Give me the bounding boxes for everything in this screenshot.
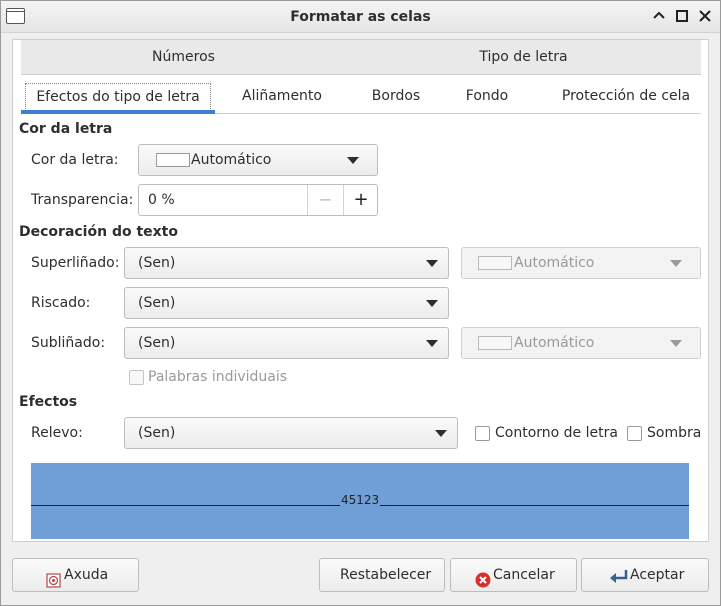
cancel-label: Cancelar: [493, 567, 555, 583]
strikethrough-dropdown[interactable]: (Sen): [124, 287, 449, 319]
underline-value: (Sen): [138, 335, 176, 351]
enter-arrow-icon: [608, 566, 630, 584]
relief-value: (Sen): [138, 425, 176, 441]
font-color-value: Automático: [191, 152, 272, 168]
overline-value: (Sen): [138, 255, 176, 271]
preview-text: 45123: [340, 493, 381, 507]
shadow-checkbox[interactable]: [627, 426, 642, 441]
increment-button[interactable]: +: [343, 185, 378, 215]
chevron-down-icon: [670, 340, 682, 347]
maximize-icon[interactable]: [673, 7, 691, 25]
tab-borders[interactable]: Bordos: [361, 83, 431, 113]
effects-heading: Efectos: [19, 394, 78, 410]
transparency-spinbox[interactable]: 0 % − +: [138, 184, 378, 216]
tab-cell-protection[interactable]: Protección de cela: [551, 83, 701, 113]
underline-color-swatch: [478, 336, 512, 350]
underline-label: Subliñado:: [31, 335, 106, 351]
font-color-label: Cor da letra:: [31, 152, 119, 168]
outline-checkbox[interactable]: [475, 426, 490, 441]
overline-color-dropdown[interactable]: Automático: [461, 247, 701, 279]
ok-label: Aceptar: [630, 567, 685, 583]
minimize-icon[interactable]: [650, 7, 668, 25]
underline-color-value: Automático: [514, 335, 595, 351]
close-icon[interactable]: [696, 7, 714, 25]
overline-color-swatch: [478, 256, 512, 270]
title-bar: Formatar as celas: [1, 1, 720, 33]
chevron-down-icon: [426, 260, 438, 267]
chevron-down-icon: [426, 340, 438, 347]
font-color-dropdown[interactable]: Automático: [138, 144, 378, 176]
ok-button[interactable]: Aceptar: [581, 558, 709, 592]
underline-dropdown[interactable]: (Sen): [124, 327, 449, 359]
format-cells-dialog: Formatar as celas Números Tipo de letra …: [0, 0, 721, 606]
help-label: Axuda: [64, 567, 109, 583]
top-tab-bar: Números Tipo de letra: [21, 40, 701, 75]
cancel-icon: [475, 568, 491, 588]
transparency-value: 0 %: [148, 192, 175, 208]
overline-label: Superliñado:: [31, 255, 120, 271]
tab-background[interactable]: Fondo: [457, 83, 517, 113]
overline-color-value: Automático: [514, 255, 595, 271]
dialog-title: Formatar as celas: [290, 9, 431, 25]
outline-label: Contorno de letra: [495, 425, 618, 441]
individual-words-checkbox[interactable]: [129, 370, 144, 385]
sub-tab-bar: Efectos do tipo de letra Aliñamento Bord…: [21, 75, 701, 114]
font-color-heading: Cor da letra: [19, 121, 113, 137]
cancel-button[interactable]: Cancelar: [450, 558, 577, 592]
tab-alignment[interactable]: Aliñamento: [237, 83, 327, 113]
font-color-swatch: [156, 153, 190, 167]
reset-label: Restabelecer: [340, 567, 432, 583]
relief-dropdown[interactable]: (Sen): [124, 417, 458, 449]
chevron-down-icon: [426, 300, 438, 307]
chevron-down-icon: [670, 260, 682, 267]
text-decoration-heading: Decoración do texto: [19, 224, 178, 240]
transparency-label: Transparencia:: [31, 192, 134, 208]
decrement-button[interactable]: −: [307, 185, 343, 215]
tab-numbers[interactable]: Números: [21, 40, 346, 75]
individual-words-label: Palabras individuais: [148, 369, 288, 385]
content-panel: Números Tipo de letra Efectos do tipo de…: [12, 39, 709, 542]
strikethrough-value: (Sen): [138, 295, 176, 311]
relief-label: Relevo:: [31, 425, 83, 441]
help-icon: [46, 568, 61, 588]
reset-button[interactable]: Restabelecer: [319, 558, 445, 592]
help-button[interactable]: Axuda: [12, 558, 139, 592]
tab-font[interactable]: Tipo de letra: [346, 40, 701, 75]
shadow-label: Sombra: [647, 425, 702, 441]
tab-font-effects[interactable]: Efectos do tipo de letra: [25, 83, 211, 113]
strikethrough-label: Riscado:: [31, 295, 91, 311]
overline-dropdown[interactable]: (Sen): [124, 247, 449, 279]
chevron-down-icon: [435, 430, 447, 437]
underline-color-dropdown[interactable]: Automático: [461, 327, 701, 359]
font-preview: 45123: [31, 463, 689, 539]
chevron-down-icon: [347, 157, 359, 164]
active-tab-indicator: [21, 110, 215, 114]
